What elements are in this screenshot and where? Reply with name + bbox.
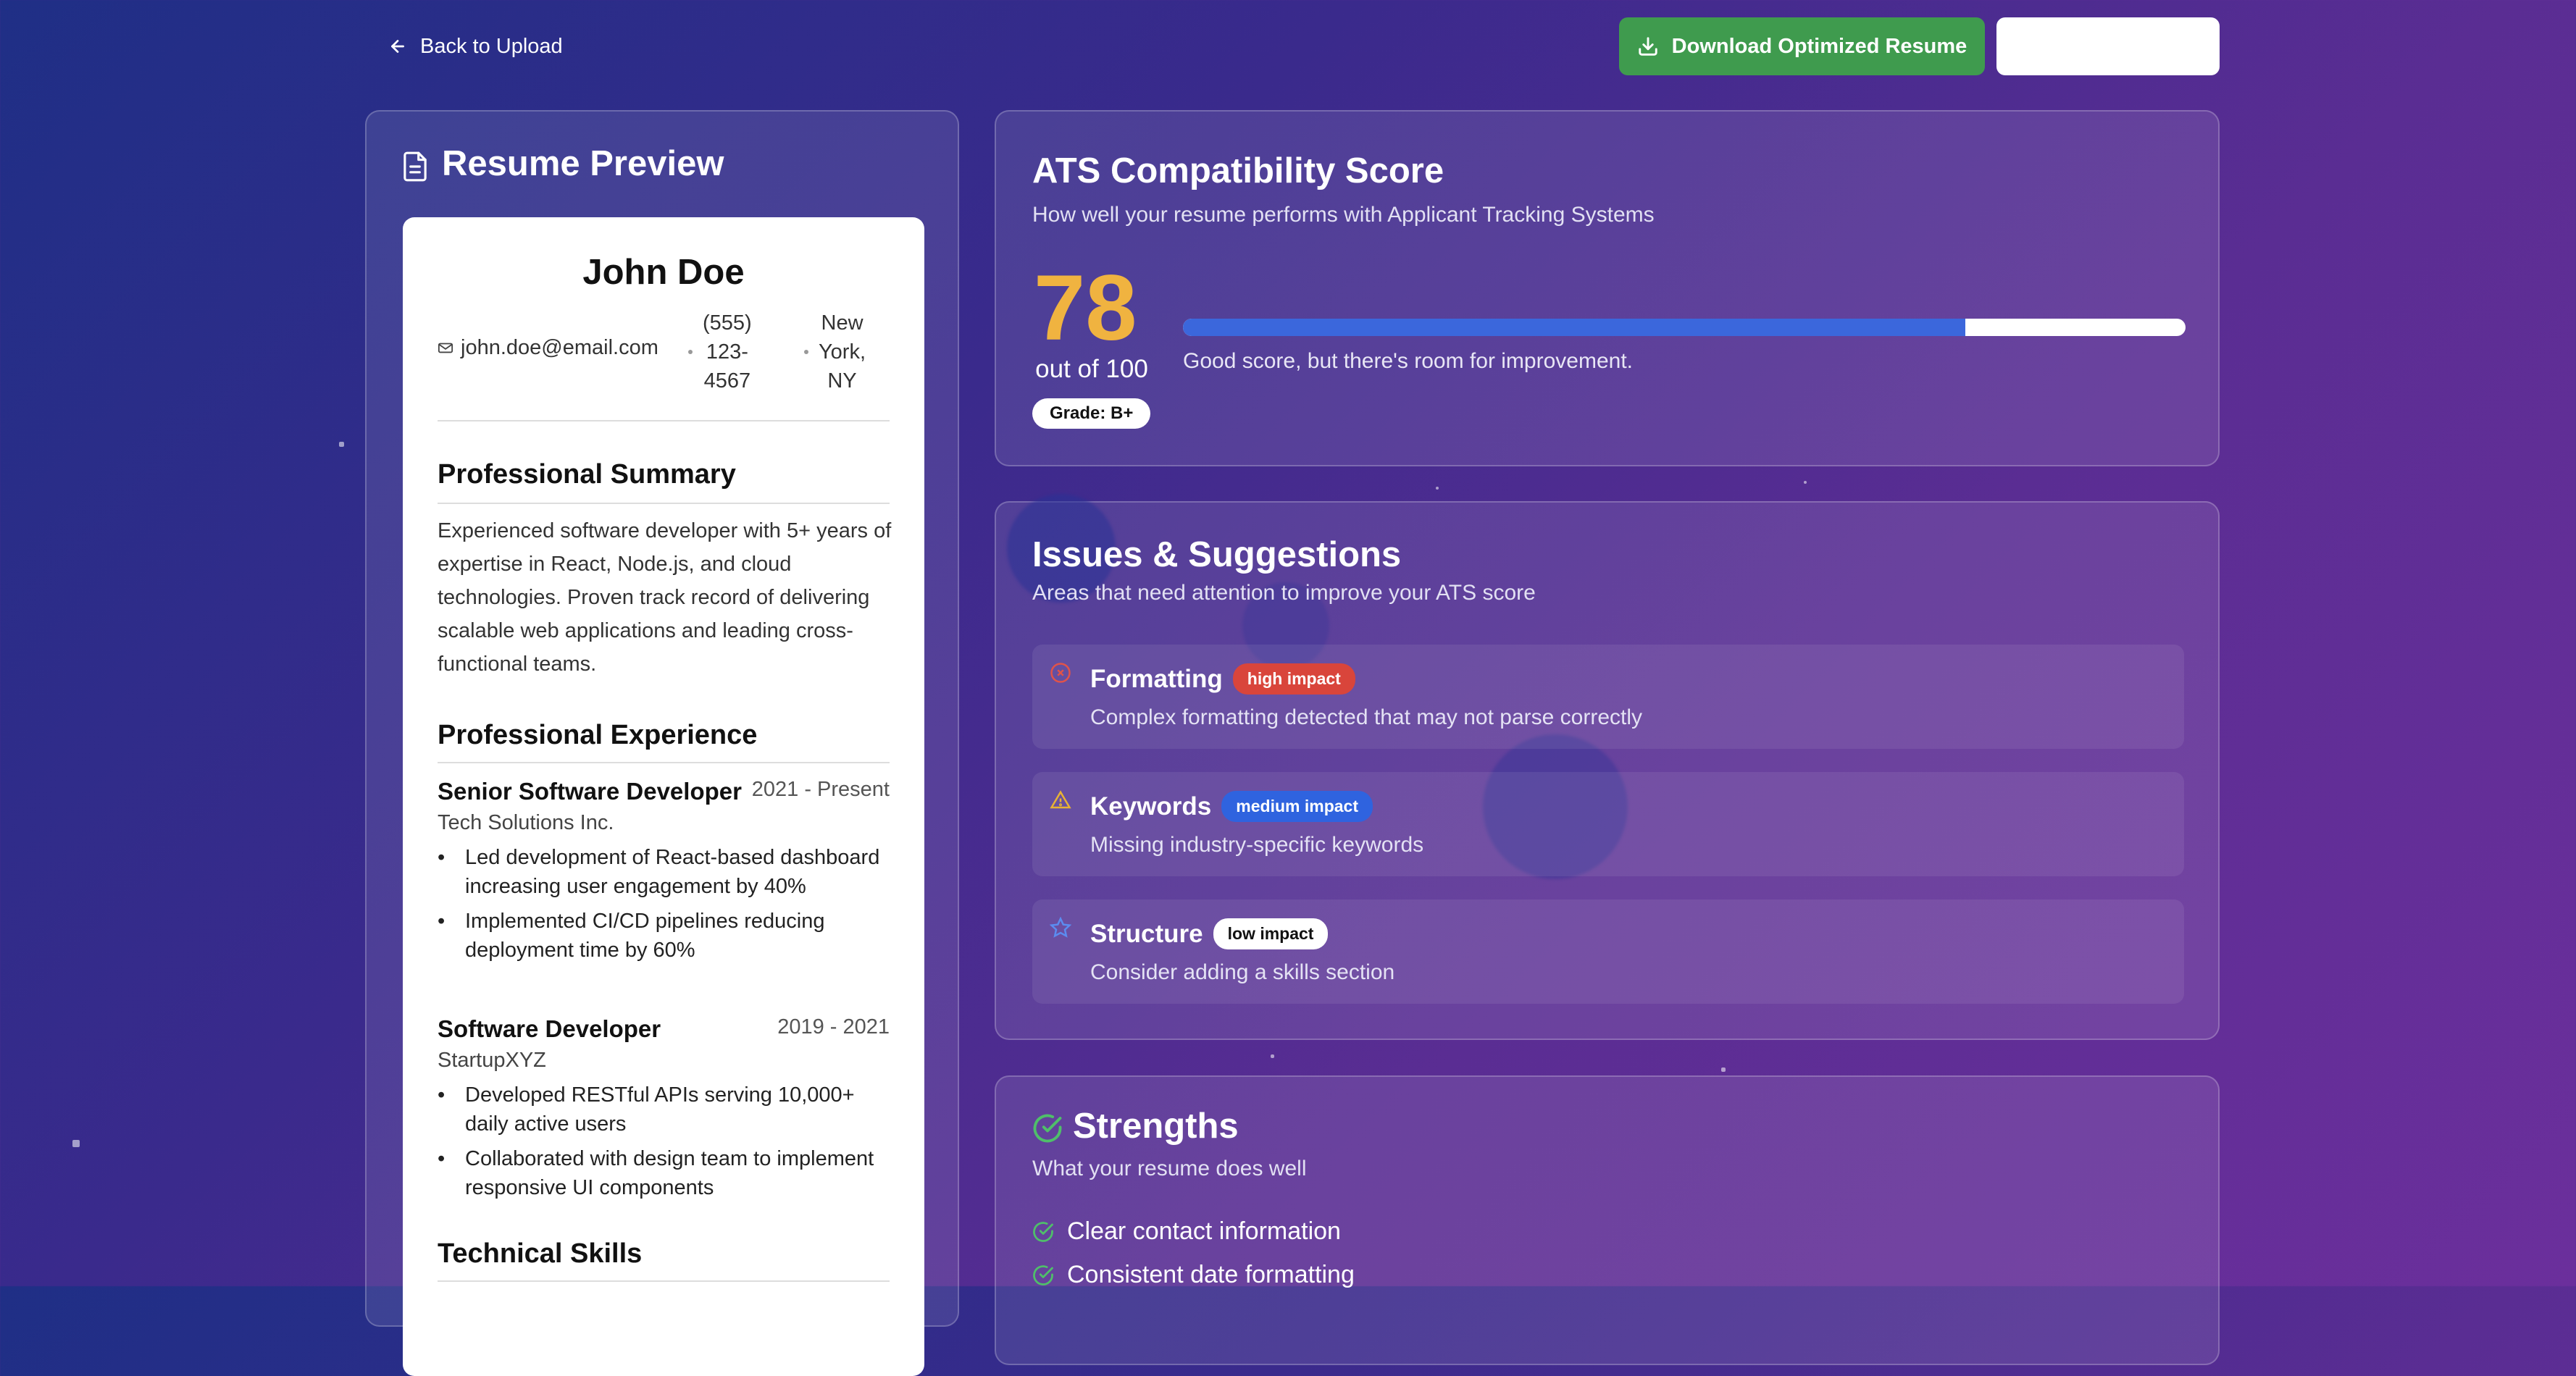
background-sparkle [1721, 1067, 1726, 1072]
job-dates: 2019 - 2021 [777, 1015, 890, 1039]
grade-badge: Grade: B+ [1032, 398, 1151, 429]
contact-phone: (555) 123- 4567 [685, 309, 752, 395]
score-progress-fill [1183, 319, 1965, 336]
issues-panel: Issues & Suggestions Areas that need att… [995, 494, 2220, 1040]
strength-item: Consistent date formatting [1032, 1261, 1355, 1289]
download-optimized-resume-button[interactable]: Download Optimized Resume [1619, 17, 1985, 75]
issue-card-structure[interactable]: Structure low impact Consider adding a s… [1032, 899, 2184, 1004]
download-button-label: Download Optimized Resume [1671, 34, 1967, 58]
issue-description: Missing industry-specific keywords [1090, 833, 1424, 857]
divider [438, 420, 890, 421]
strengths-subtitle: What your resume does well [1032, 1157, 1307, 1180]
strengths-title: Strengths [1073, 1107, 1239, 1146]
summary-text: Experienced software developer with 5+ y… [438, 519, 892, 676]
contact-phone-line: (555) [703, 311, 752, 335]
list-item: Implemented CI/CD pipelines reducing dep… [438, 907, 894, 965]
check-circle-icon [1033, 1264, 1053, 1285]
background-sparkle [1436, 487, 1439, 490]
ats-score-panel: ATS Compatibility Score How well your re… [995, 110, 2220, 466]
arrow-left-icon [391, 40, 404, 53]
strength-item: Clear contact information [1032, 1217, 1341, 1246]
job-title: Senior Software Developer [438, 778, 742, 805]
experience-heading: Professional Experience [438, 720, 758, 750]
list-item: Collaborated with design team to impleme… [438, 1144, 894, 1202]
secondary-action-button[interactable] [1996, 17, 2220, 75]
impact-badge: medium impact [1221, 791, 1373, 822]
skills-heading: Technical Skills [438, 1238, 643, 1269]
contact-phone-line: 123- [706, 340, 748, 364]
job-bullets: Developed RESTful APIs serving 10,000+ d… [438, 1081, 894, 1208]
background-sparkle [1271, 1054, 1274, 1058]
resume-preview-title: Resume Preview [442, 144, 724, 183]
score-message: Good score, but there's room for improve… [1183, 349, 1633, 373]
issue-title: Keywords [1090, 792, 1212, 821]
resume-document: John Doe john.doe@email.com (555) 123- 456… [403, 217, 924, 1376]
impact-badge: high impact [1232, 663, 1355, 695]
warning-triangle-icon [1050, 790, 1071, 809]
resume-preview-panel: Resume Preview John Doe john.doe@email.c… [365, 110, 959, 1376]
divider [438, 1280, 890, 1282]
phone-icon [688, 350, 693, 354]
issue-description: Complex formatting detected that may not… [1090, 705, 1643, 729]
issues-subtitle: Areas that need attention to improve you… [1032, 581, 1536, 605]
back-to-upload-link[interactable]: Back to Upload [388, 30, 563, 62]
issue-title: Formatting [1090, 664, 1223, 693]
issue-description: Consider adding a skills section [1090, 960, 1395, 984]
background-sparkle [72, 1140, 80, 1147]
map-pin-icon [804, 350, 808, 354]
back-to-upload-label: Back to Upload [420, 34, 563, 58]
contact-location-line: New [821, 311, 863, 335]
ats-score-subtitle: How well your resume performs with Appli… [1032, 203, 1655, 227]
document-icon [403, 151, 427, 182]
job-company: Tech Solutions Inc. [438, 811, 614, 834]
score-out-of: out of 100 [1035, 355, 1148, 383]
contact-phone-line: 4567 [703, 369, 751, 393]
contact-location-line: York, [819, 340, 866, 364]
download-icon [1638, 37, 1657, 56]
x-circle-icon [1050, 663, 1071, 683]
check-circle-icon [1033, 1221, 1053, 1242]
issue-card-keywords[interactable]: Keywords medium impact Missing industry-… [1032, 772, 2184, 876]
resume-name: John Doe [582, 253, 745, 292]
summary-heading: Professional Summary [438, 459, 736, 490]
mail-icon [438, 343, 453, 353]
job-title: Software Developer [438, 1015, 661, 1042]
ats-score-title: ATS Compatibility Score [1032, 151, 1444, 190]
job-bullets: Led development of React-based dashboard… [438, 843, 894, 970]
job-company: StartupXYZ [438, 1049, 546, 1072]
issue-card-formatting[interactable]: Formatting high impact Complex formattin… [1032, 645, 2184, 749]
job-dates: 2021 - Present [751, 778, 890, 801]
issue-title: Structure [1090, 919, 1203, 948]
star-icon [1050, 917, 1071, 938]
strengths-panel: Strengths What your resume does well Cle… [995, 1075, 2220, 1365]
score-value: 78 [1034, 256, 1137, 360]
score-progress-bar [1183, 319, 2186, 336]
list-item: Developed RESTful APIs serving 10,000+ d… [438, 1081, 894, 1138]
issues-title: Issues & Suggestions [1032, 535, 1402, 574]
contact-email: john.doe@email.com [438, 333, 658, 362]
impact-badge: low impact [1213, 918, 1329, 949]
divider [438, 762, 890, 763]
divider [438, 503, 890, 504]
background-sparkle [339, 442, 344, 447]
list-item: Led development of React-based dashboard… [438, 843, 894, 901]
check-circle-icon [1033, 1114, 1062, 1143]
background-sparkle [1804, 481, 1807, 484]
contact-location: New York, NY [801, 309, 866, 395]
contact-location-line: NY [827, 369, 857, 393]
